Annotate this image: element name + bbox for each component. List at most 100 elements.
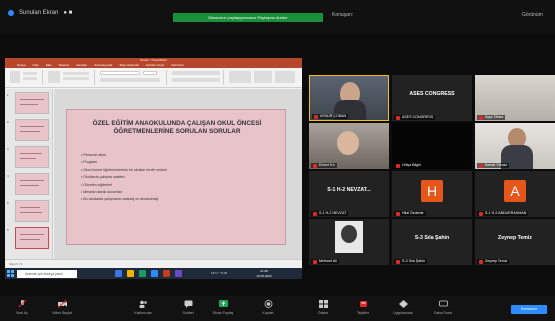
sharing-banner[interactable]: Ekranınızı paylaşıyorsunuz Paylaşımı dur…	[173, 13, 323, 22]
participant-avatar: H	[421, 180, 443, 202]
shapes-icon[interactable]	[229, 71, 251, 83]
control-label: Ekran Paylaş	[212, 311, 234, 315]
new-slide-icon[interactable]	[48, 71, 60, 83]
unmute-button[interactable]: Sesi Aç	[4, 299, 40, 315]
slide-thumbnail[interactable]	[15, 146, 49, 168]
taskbar-search-input[interactable]: Aramak için buraya yazın	[17, 269, 77, 278]
participant-tile[interactable]: S-3 Sıla Şahin S-3 Sıla Şahin	[392, 219, 472, 265]
microphone-muted-icon	[18, 299, 26, 308]
apps-button[interactable]: Uygulamalar	[385, 300, 421, 315]
participant-display-name: Zeynep Temiz	[498, 235, 532, 241]
participant-tile[interactable]: Hülya Bilgin	[392, 123, 472, 169]
video-camera-off-icon	[57, 299, 67, 309]
mic-muted-icon	[314, 114, 318, 119]
slide-thumbnail[interactable]	[15, 173, 49, 195]
participant-tile[interactable]: Emine Kır	[309, 123, 389, 169]
participant-name: Mehmet Ali	[311, 259, 339, 264]
chrome-icon[interactable]	[139, 270, 146, 277]
thumb-number: 3	[7, 147, 9, 151]
font-size-select[interactable]	[143, 71, 157, 75]
font-style-buttons[interactable]	[100, 78, 160, 82]
slide-thumbnail[interactable]	[15, 119, 49, 141]
font-select[interactable]	[100, 71, 140, 75]
powerpoint-app-icon[interactable]	[163, 270, 170, 277]
view-button[interactable]: Görünüm	[522, 12, 543, 18]
powerpoint-status-bar: Slayt 6 / 6	[5, 259, 302, 268]
arrange-icon[interactable]	[254, 71, 272, 83]
share-screen-button[interactable]: Ekran Paylaş	[205, 300, 241, 315]
participant-tile[interactable]: S-1 H-2 NEVZAT... S-1 H-2 NEVZAT	[309, 171, 389, 217]
control-label: Katılımcılar	[134, 311, 152, 315]
chat-button[interactable]: Sohbet	[170, 300, 206, 315]
mic-muted-icon	[313, 259, 317, 264]
participant-name: Emine Kır	[311, 163, 337, 168]
zoom-app-icon[interactable]	[151, 270, 158, 277]
participant-tile[interactable]: Kemal Yılmaz	[475, 123, 555, 169]
taskbar-clock[interactable]: 21:48 15.05.2020	[253, 269, 275, 278]
participant-avatar: A	[504, 180, 526, 202]
file-explorer-icon[interactable]	[127, 270, 134, 277]
participant-tile[interactable]: Mehmet Ali	[309, 219, 389, 265]
control-label: Tepkiler	[356, 311, 370, 315]
slide-thumbnail[interactable]	[15, 92, 49, 114]
more-button[interactable]: Daha Fazla	[425, 300, 461, 315]
participant-tile[interactable]: ASES CONGRESS ASES CONGRESS	[392, 75, 472, 121]
face-shape	[341, 225, 357, 243]
thumb-number: 2	[7, 120, 9, 124]
end-meeting-button[interactable]: Sonlandır	[511, 305, 547, 314]
participant-name: S-1 H-2 ABDURRAHMAN	[477, 211, 529, 216]
participants-icon	[139, 300, 147, 308]
participant-tile[interactable]: A S-1 H-2 ABDURRAHMAN	[475, 171, 555, 217]
participant-name: S-3 Sıla Şahin	[394, 259, 427, 264]
thumb-number: 1	[7, 93, 9, 97]
more-icon	[438, 300, 448, 307]
bullet-item: • Bu okullarda çalışmanın avantaj ve dez…	[81, 197, 159, 202]
control-label: Sohbet	[182, 311, 194, 315]
participant-tile[interactable]: Zeynep Temiz Zeynep Temiz	[475, 219, 555, 265]
chat-bubble-icon	[184, 300, 192, 308]
taskview-icon[interactable]	[115, 270, 122, 277]
ribbon-toolbar	[5, 68, 302, 88]
mic-muted-icon	[396, 211, 400, 216]
thumb-number: 6	[7, 228, 9, 232]
start-video-button[interactable]: Video Başlat	[44, 299, 80, 315]
participant-tile[interactable]: AYNUR ÇOBAN	[309, 75, 389, 121]
align-icons[interactable]	[172, 78, 220, 82]
mic-muted-icon	[479, 115, 483, 120]
meeting-info[interactable]: Sunulan Ekran ● ■	[8, 10, 72, 16]
current-slide[interactable]: ÖZEL EĞİTİM ANAOKULUNDA ÇALIŞAN OKUL ÖNC…	[66, 109, 286, 245]
participant-tile[interactable]: Ayşe Dilara	[475, 75, 555, 121]
mic-muted-icon	[313, 163, 317, 168]
copy-icon[interactable]	[23, 77, 37, 80]
record-icon	[264, 300, 272, 308]
record-button[interactable]: Kaydet	[250, 300, 286, 315]
control-label: Video Başlat	[52, 311, 72, 315]
slide-thumbnail[interactable]	[15, 200, 49, 222]
quick-styles-icon[interactable]	[275, 71, 295, 83]
mic-muted-icon	[396, 259, 400, 264]
participants-button[interactable]: Katılımcılar	[125, 300, 161, 315]
cut-icon[interactable]	[23, 72, 37, 75]
app-icon[interactable]	[175, 270, 182, 277]
windows-start-icon[interactable]	[7, 270, 14, 277]
mic-muted-icon	[479, 163, 483, 168]
face-shape	[337, 131, 359, 155]
participant-tile[interactable]: H Hilal Özdemir	[392, 171, 472, 217]
clipboard-group	[7, 70, 43, 85]
participant-display-name: ASES CONGRESS	[409, 91, 455, 97]
slide-thumbnail-active[interactable]	[15, 227, 49, 249]
reactions-icon	[359, 301, 367, 307]
participant-name: ASES CONGRESS	[394, 115, 436, 120]
participant-name: Kemal Yılmaz	[477, 163, 510, 168]
reactions-button[interactable]: Tepkiler	[345, 300, 381, 315]
system-tray[interactable]: 19°C ^ TUR	[211, 271, 227, 275]
reset-icon[interactable]	[63, 77, 89, 80]
list-icons[interactable]	[172, 71, 220, 75]
shared-screen: Sunu1 - PowerPoint Dosya Giriş Ekle Tasa…	[5, 58, 302, 268]
mic-muted-icon	[479, 211, 483, 216]
bullet-item: • Gözetim eğitimleri	[81, 182, 113, 187]
layout-icon[interactable]	[63, 72, 89, 75]
paste-icon[interactable]	[10, 71, 20, 83]
breakout-rooms-button[interactable]: Odalar	[305, 300, 341, 315]
paragraph-group	[169, 70, 224, 85]
